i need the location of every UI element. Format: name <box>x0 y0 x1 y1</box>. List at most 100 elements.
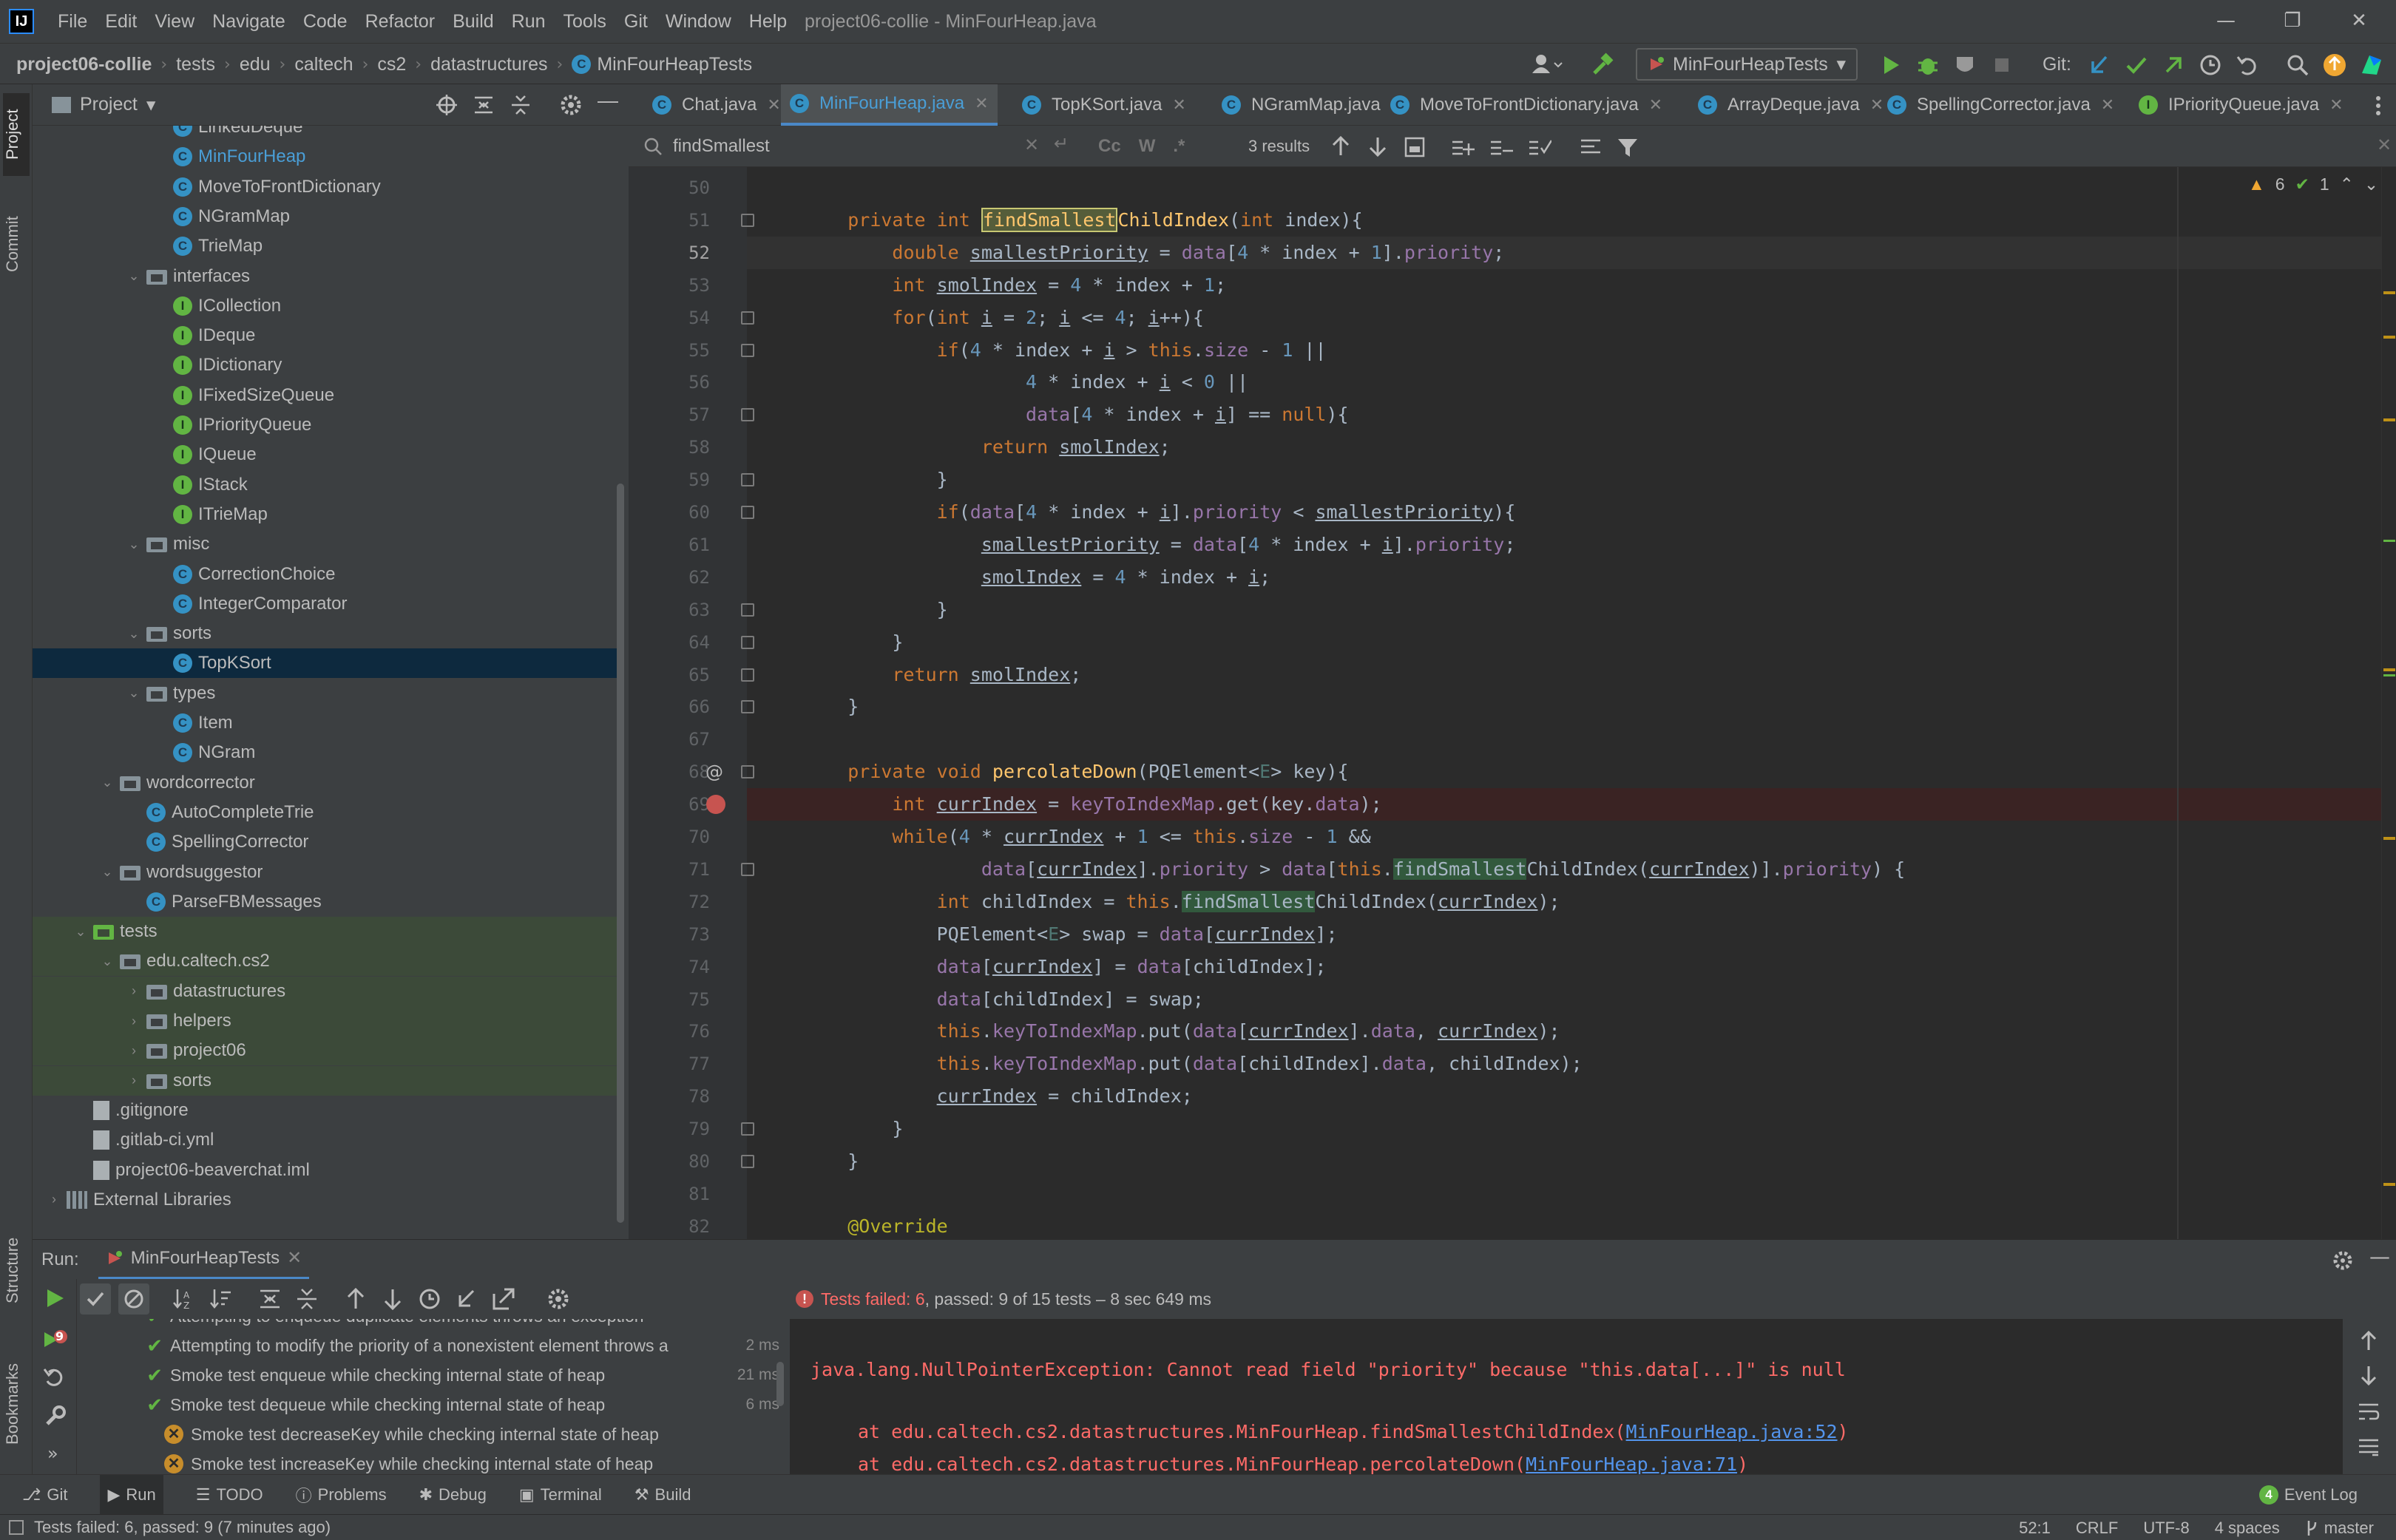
fold-marker-icon[interactable] <box>741 213 754 227</box>
import-tests-icon[interactable] <box>454 1286 479 1312</box>
chevron-right-icon[interactable]: › <box>124 983 143 999</box>
regex-toggle[interactable]: .* <box>1173 126 1185 167</box>
code-line[interactable]: smolIndex = 4 * index + i; <box>747 561 2381 594</box>
tree-item-parsefbmessages[interactable]: C ParseFBMessages <box>33 887 624 917</box>
next-occurrence-icon[interactable] <box>1367 135 1389 158</box>
breadcrumb-item[interactable]: edu <box>240 54 271 75</box>
chevron-down-icon[interactable]: ⌄ <box>124 685 143 701</box>
code-line[interactable]: @Override <box>747 1210 2381 1239</box>
error-stripe[interactable] <box>2381 167 2396 1239</box>
show-passed-toggle[interactable] <box>80 1283 111 1315</box>
fold-marker-icon[interactable] <box>741 1155 754 1168</box>
tree-item-iqueue[interactable]: I IQueue <box>33 440 624 469</box>
gear-icon[interactable] <box>559 93 583 117</box>
close-tab-icon[interactable]: ✕ <box>287 1247 302 1269</box>
tree-item-idictionary[interactable]: I IDictionary <box>33 350 624 380</box>
previous-failed-icon[interactable] <box>343 1286 368 1312</box>
tree-item-edu-caltech-cs2[interactable]: ⌄ edu.caltech.cs2 <box>33 946 624 977</box>
expand-all-icon[interactable] <box>472 93 495 117</box>
fold-marker-icon[interactable] <box>741 408 754 422</box>
source-link[interactable]: MinFourHeap.java:52 <box>1626 1421 1838 1442</box>
line-number[interactable]: 61 <box>643 529 710 561</box>
tab-chat[interactable]: C Chat.java ✕ <box>643 84 790 126</box>
sort-by-duration-icon[interactable] <box>209 1286 234 1312</box>
git-push-icon[interactable] <box>2161 52 2186 78</box>
line-number[interactable]: 63 <box>643 594 710 626</box>
tree-item-linkeddeque[interactable]: C LinkedDeque <box>33 126 624 142</box>
previous-occurrence-icon[interactable] <box>1330 135 1352 158</box>
new-line-icon[interactable]: ↵ <box>1054 133 1069 154</box>
gear-icon[interactable] <box>546 1286 571 1312</box>
code-editor[interactable]: private int findSmallestChildIndex(int i… <box>747 167 2381 1239</box>
chevron-down-icon[interactable]: ⌄ <box>2364 174 2378 194</box>
line-number[interactable]: 71 <box>643 853 710 886</box>
menu-tools[interactable]: Tools <box>555 0 615 43</box>
code-line[interactable]: double smallestPriority = data[4 * index… <box>747 236 2381 269</box>
tab-project[interactable]: Project <box>3 93 30 176</box>
tree-item-datastructures[interactable]: › datastructures <box>33 976 624 1006</box>
code-line[interactable]: int smolIndex = 4 * index + 1; <box>747 269 2381 302</box>
build-hammer-icon[interactable] <box>1590 52 1615 78</box>
hide-panel-icon[interactable]: — <box>2369 1244 2390 1269</box>
code-line[interactable]: private void percolateDown(PQElement<E> … <box>747 756 2381 788</box>
toggle-tool-windows-icon[interactable] <box>9 1520 24 1535</box>
toolwindow-terminal[interactable]: ▣ Terminal <box>519 1485 602 1505</box>
breakpoint-icon[interactable] <box>706 795 725 815</box>
code-line[interactable]: for(int i = 2; i <= 4; i++){ <box>747 302 2381 334</box>
inspection-widget[interactable]: ▲ 6 ✔ 1 ⌃ ⌄ <box>2248 174 2378 194</box>
tree-item-triemap[interactable]: C TrieMap <box>33 231 624 261</box>
close-tab-icon[interactable]: ✕ <box>1649 95 1662 115</box>
restore-button[interactable]: ❐ <box>2263 0 2322 43</box>
menu-edit[interactable]: Edit <box>96 0 146 43</box>
fold-marker-icon[interactable] <box>741 668 754 682</box>
match-case-toggle[interactable]: Cc <box>1098 126 1121 167</box>
fold-marker-icon[interactable] <box>741 862 754 876</box>
line-number[interactable]: 73 <box>643 918 710 951</box>
tree-item-misc[interactable]: ⌄ misc <box>33 529 624 559</box>
locate-file-icon[interactable] <box>435 93 458 117</box>
chevron-right-icon[interactable]: › <box>124 1073 143 1088</box>
code-line[interactable]: } <box>747 594 2381 626</box>
tree-item-topksort[interactable]: C TopKSort <box>33 648 624 679</box>
annotation-gutter-icon[interactable]: @ <box>705 756 723 788</box>
fold-marker-icon[interactable] <box>741 635 754 649</box>
menu-git[interactable]: Git <box>615 0 657 43</box>
line-number[interactable]: 53 <box>643 269 710 302</box>
close-tab-icon[interactable]: ✕ <box>2101 95 2114 115</box>
hide-panel-icon[interactable]: — <box>598 89 618 112</box>
line-number[interactable]: 67 <box>643 723 710 756</box>
code-line[interactable]: } <box>747 464 2381 496</box>
chevron-down-icon[interactable]: ⌄ <box>98 864 117 880</box>
line-number[interactable]: 50 <box>643 172 710 204</box>
line-number[interactable]: 80 <box>643 1145 710 1178</box>
tree-item-itriemap[interactable]: I ITrieMap <box>33 500 624 529</box>
chevron-up-icon[interactable]: ⌃ <box>2340 174 2354 194</box>
toolwindow-problems[interactable]: ⓘ Problems <box>296 1483 387 1507</box>
toolwindow-build[interactable]: ⚒ Build <box>634 1485 691 1505</box>
code-line[interactable] <box>747 1178 2381 1210</box>
caret-position[interactable]: 52:1 <box>2019 1519 2051 1538</box>
tree-item-ngram[interactable]: C NGram <box>33 738 624 767</box>
line-number[interactable]: 51 <box>643 204 710 237</box>
fold-marker-icon[interactable] <box>741 765 754 779</box>
line-number[interactable]: 69 <box>643 788 710 821</box>
line-number[interactable]: 64 <box>643 626 710 659</box>
next-failed-icon[interactable] <box>380 1286 405 1312</box>
sort-alphabetically-icon[interactable]: AZ <box>172 1286 197 1312</box>
collapse-all-icon[interactable] <box>509 93 532 117</box>
code-line[interactable]: int currIndex = keyToIndexMap.get(key.da… <box>747 788 2381 821</box>
select-all-occurrences-icon[interactable] <box>1404 136 1426 158</box>
chevron-down-icon[interactable]: ⌄ <box>124 537 143 552</box>
close-tab-icon[interactable]: ✕ <box>2329 95 2343 115</box>
tab-minfourheap[interactable]: C MinFourHeap.java ✕ <box>781 84 998 126</box>
collapse-all-icon[interactable] <box>294 1286 319 1312</box>
code-line[interactable]: currIndex = childIndex; <box>747 1080 2381 1113</box>
menu-code[interactable]: Code <box>294 0 356 43</box>
gear-icon[interactable] <box>2332 1250 2353 1271</box>
tab-topksort[interactable]: C TopKSort.java ✕ <box>1013 84 1195 126</box>
close-tab-icon[interactable]: ✕ <box>1172 95 1185 115</box>
chevron-right-icon[interactable]: › <box>44 1192 64 1207</box>
code-line[interactable]: data[currIndex] = data[childIndex]; <box>747 951 2381 983</box>
menu-run[interactable]: Run <box>503 0 555 43</box>
line-number[interactable]: 65 <box>643 659 710 691</box>
